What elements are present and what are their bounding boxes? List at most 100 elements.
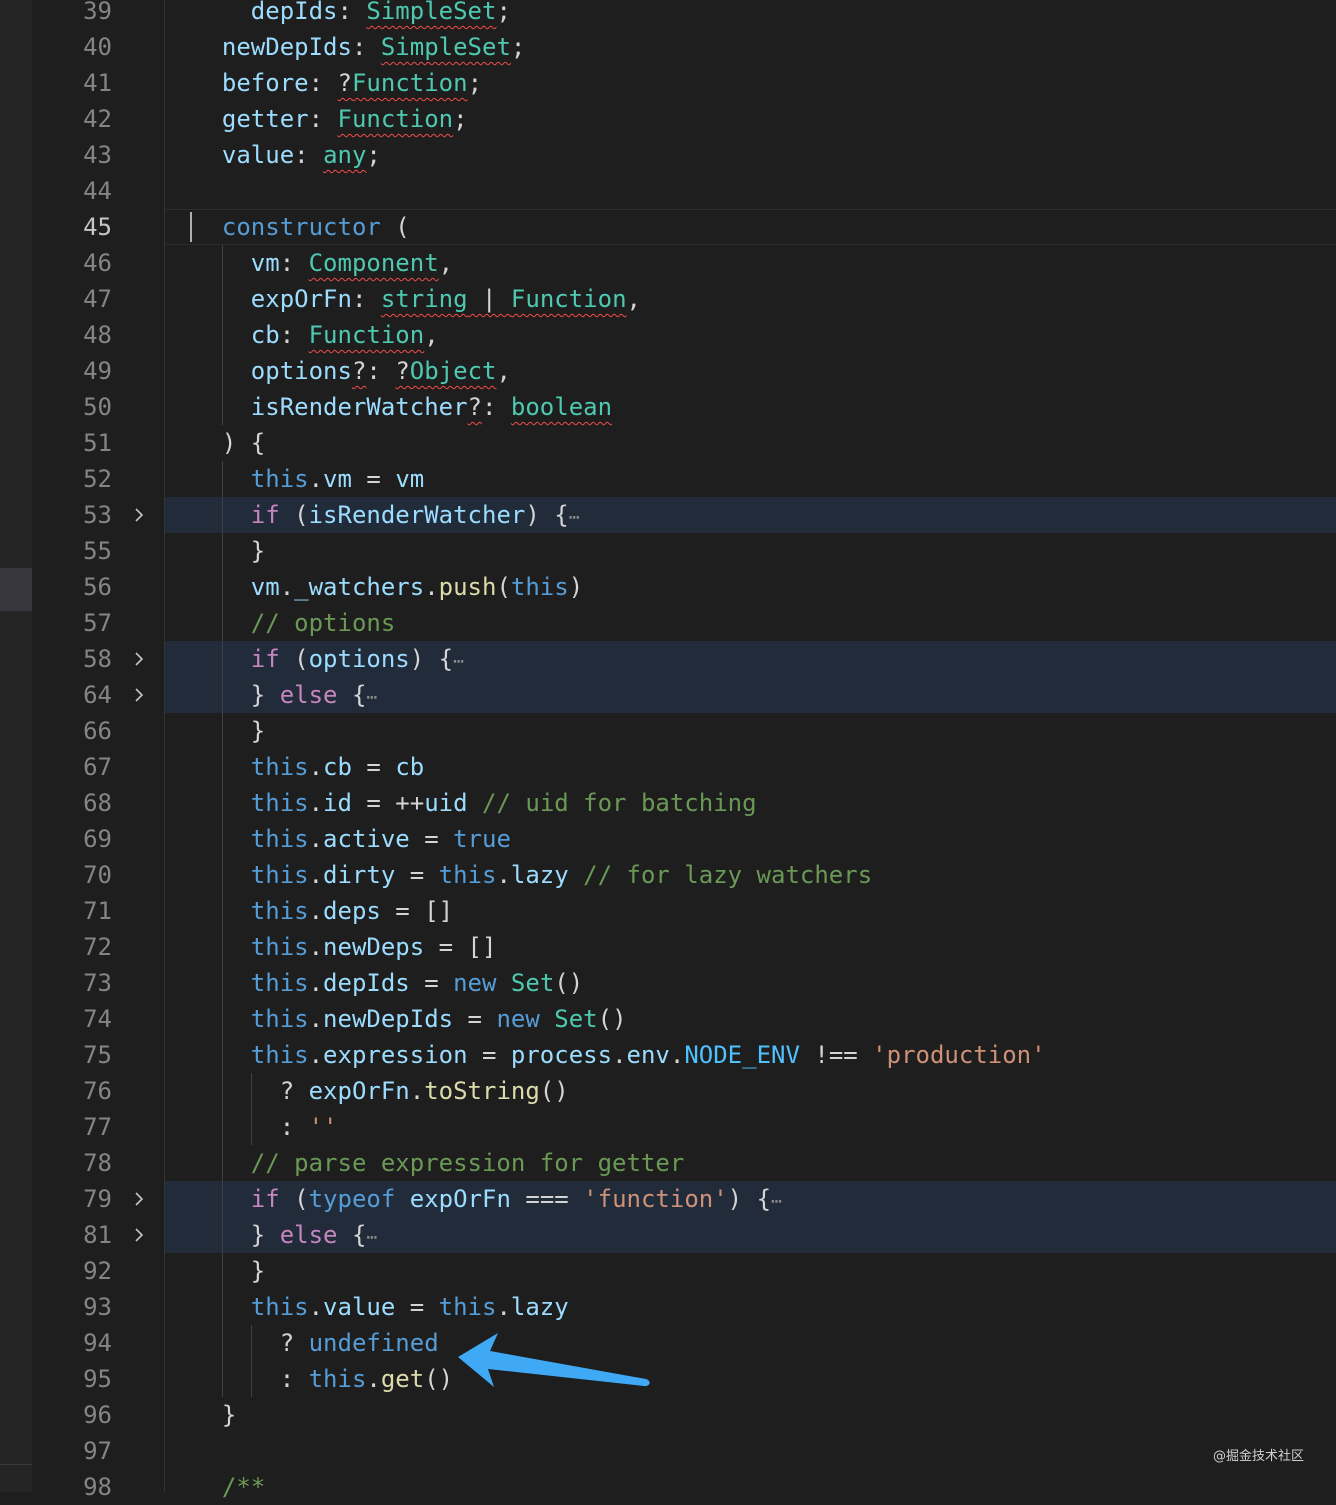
code-line[interactable]: 57 // options [32,605,1336,641]
code-line[interactable]: 47 expOrFn: string | Function, [32,281,1336,317]
code-token: ? [395,357,410,385]
code-line[interactable]: 41 before: ?Function; [32,65,1336,101]
code-token: ⋯ [453,651,464,672]
line-number: 46 [83,249,112,277]
code-token: _watchers [294,573,425,601]
code-line[interactable]: 67 this.cb = cb [32,749,1336,785]
code-line[interactable]: 53 if (isRenderWatcher) {⋯ [32,497,1336,533]
line-number: 48 [83,321,112,349]
fold-chevron-right-icon[interactable] [132,652,146,666]
code-line[interactable]: 92 } [32,1253,1336,1289]
code-token: true [453,825,511,853]
code-line[interactable]: 45 constructor ( [32,209,1336,245]
code-line[interactable]: 52 this.vm = vm [32,461,1336,497]
code-line[interactable]: 97 [32,1433,1336,1469]
code-line[interactable]: 77 : '' [32,1109,1336,1145]
code-token: : [279,321,309,349]
code-line[interactable]: 69 this.active = true [32,821,1336,857]
code-token: this [250,1005,309,1033]
code-line[interactable]: 93 this.value = this.lazy [32,1289,1336,1325]
code-line[interactable]: 49 options?: ?Object, [32,353,1336,389]
code-token: this [250,789,309,817]
code-text: expOrFn: string | Function, [193,281,641,317]
code-token: ; [467,69,483,97]
code-line[interactable]: 58 if (options) {⋯ [32,641,1336,677]
code-token: ) { [409,645,454,673]
code-line[interactable]: 98 /** [32,1469,1336,1505]
code-token: Function [351,69,468,97]
code-line[interactable]: 56 vm._watchers.push(this) [32,569,1336,605]
fold-chevron-right-icon[interactable] [132,1228,146,1242]
code-token: . [308,825,324,853]
code-token: === [510,1185,584,1213]
code-line[interactable]: 44 [32,173,1336,209]
code-token: id [323,789,352,817]
line-number: 75 [83,1041,112,1069]
code-line[interactable]: 94 ? undefined [32,1325,1336,1361]
code-text: value: any; [193,137,381,173]
code-line[interactable]: 78 // parse expression for getter [32,1145,1336,1181]
code-line[interactable]: 50 isRenderWatcher?: boolean [32,389,1336,425]
code-line[interactable]: 76 ? expOrFn.toString() [32,1073,1336,1109]
code-line[interactable]: 39 depIds: SimpleSet; [32,0,1336,29]
code-line[interactable]: 72 this.newDeps = [] [32,929,1336,965]
code-line[interactable]: 55 } [32,533,1336,569]
code-line[interactable]: 95 : this.get() [32,1361,1336,1397]
code-token: toString [424,1077,540,1105]
activity-active-marker[interactable] [0,568,32,611]
code-token: | [467,285,511,313]
code-line[interactable]: 79 if (typeof expOrFn === 'function') {⋯ [32,1181,1336,1217]
code-line[interactable]: 66 } [32,713,1336,749]
watermark: @掘金技术社区 [1212,1449,1304,1464]
code-line[interactable]: 70 this.dirty = this.lazy // for lazy wa… [32,857,1336,893]
code-line[interactable]: 42 getter: Function; [32,101,1336,137]
code-line[interactable]: 81 } else {⋯ [32,1217,1336,1253]
code-line[interactable]: 74 this.newDepIds = new Set() [32,1001,1336,1037]
code-token: = [] [380,897,454,925]
code-line[interactable]: 68 this.id = ++uid // uid for batching [32,785,1336,821]
code-text: } [193,1397,236,1433]
code-line[interactable]: 75 this.expression = process.env.NODE_EN… [32,1037,1336,1073]
code-line[interactable]: 48 cb: Function, [32,317,1336,353]
code-line[interactable]: 71 this.deps = [] [32,893,1336,929]
code-token: this [250,825,309,853]
code-token: ( [279,1185,309,1213]
code-token: . [669,1041,685,1069]
code-line[interactable]: 73 this.depIds = new Set() [32,965,1336,1001]
code-editor[interactable]: 39 depIds: SimpleSet; 40 newDepIds: Simpl… [32,0,1336,1501]
code-token: else [279,1221,338,1249]
code-line[interactable]: 64 } else {⋯ [32,677,1336,713]
code-token: = [409,969,454,997]
code-text: this.dirty = this.lazy // for lazy watch… [193,857,872,893]
fold-chevron-right-icon[interactable] [132,1192,146,1206]
line-number: 69 [83,825,112,853]
code-token: . [308,861,324,889]
code-text: this.newDeps = [] [193,929,497,965]
code-line[interactable]: 46 vm: Component, [32,245,1336,281]
line-number: 42 [83,105,112,133]
code-line[interactable]: 96 } [32,1397,1336,1433]
code-line[interactable]: 51 ) { [32,425,1336,461]
code-token: . [308,933,324,961]
code-text: ? expOrFn.toString() [193,1073,569,1109]
fold-chevron-right-icon[interactable] [132,688,146,702]
annotation-arrow-icon [458,1333,650,1387]
code-token: undefined [308,1329,439,1357]
fold-chevron-right-icon[interactable] [132,508,146,522]
line-number: 76 [83,1077,112,1105]
code-token: NODE_ENV [684,1041,800,1069]
code-token: // parse expression for getter [250,1149,685,1177]
code-line[interactable]: 43 value: any; [32,137,1336,173]
code-token: = [395,861,439,889]
line-number: 92 [83,1257,112,1285]
code-text: } else {⋯ [193,677,377,716]
code-token: : [337,0,367,25]
code-line[interactable]: 40 newDepIds: SimpleSet; [32,29,1336,65]
